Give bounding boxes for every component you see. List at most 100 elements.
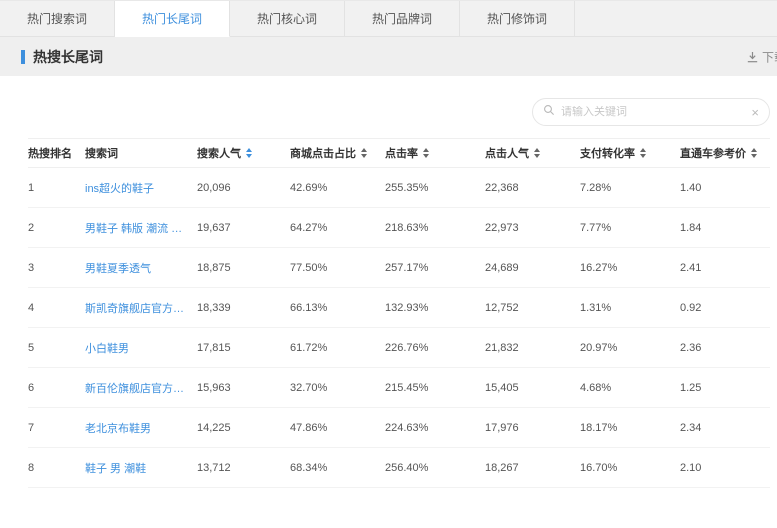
- cell-rank: 7: [28, 422, 85, 434]
- cell-pay_conversion: 1.31%: [580, 302, 680, 314]
- table-row: 4斯凯奇旗舰店官方旗舰18,33966.13%132.93%12,7521.31…: [28, 288, 770, 328]
- keyword-link[interactable]: ins超火的鞋子: [85, 180, 197, 196]
- cell-search_popularity: 20,096: [197, 182, 290, 194]
- tab-1[interactable]: 热门搜索词: [0, 1, 115, 37]
- cell-ppc: 1.40: [680, 182, 770, 194]
- column-header-rank: 热搜排名: [28, 145, 85, 161]
- table-row: 5小白鞋男17,81561.72%226.76%21,83220.97%2.36: [28, 328, 770, 368]
- sort-icon[interactable]: [246, 148, 252, 158]
- sort-icon[interactable]: [640, 148, 646, 158]
- tab-5[interactable]: 热门修饰词: [460, 1, 575, 37]
- section-header: 热搜长尾词 下载: [0, 37, 777, 76]
- tab-2[interactable]: 热门长尾词: [115, 1, 230, 37]
- column-label: 搜索人气: [197, 145, 241, 161]
- tab-4[interactable]: 热门品牌词: [345, 1, 460, 37]
- table-header-row: 热搜排名搜索词 搜索人气 商城点击占比点击率 点击人气 支付转化率 直通车参考价: [28, 138, 770, 168]
- cell-ppc: 1.25: [680, 382, 770, 394]
- keyword-link[interactable]: 老北京布鞋男: [85, 420, 197, 436]
- download-label: 下载: [762, 48, 777, 65]
- cell-mall_click_ratio: 61.72%: [290, 342, 385, 354]
- table-row: 3男鞋夏季透气18,87577.50%257.17%24,68916.27%2.…: [28, 248, 770, 288]
- cell-search_popularity: 15,963: [197, 382, 290, 394]
- keyword-link[interactable]: 斯凯奇旗舰店官方旗舰: [85, 300, 197, 316]
- cell-ctr: 218.63%: [385, 222, 485, 234]
- cell-rank: 1: [28, 182, 85, 194]
- cell-search_popularity: 17,815: [197, 342, 290, 354]
- column-header-pay_conversion[interactable]: 支付转化率: [580, 145, 680, 161]
- cell-mall_click_ratio: 42.69%: [290, 182, 385, 194]
- cell-ctr: 215.45%: [385, 382, 485, 394]
- column-label: 点击率: [385, 145, 418, 161]
- column-header-click_popularity[interactable]: 点击人气: [485, 145, 580, 161]
- clear-search-icon[interactable]: ×: [751, 106, 759, 119]
- table-row: 6新百伦旗舰店官方正品15,96332.70%215.45%15,4054.68…: [28, 368, 770, 408]
- column-header-search_popularity[interactable]: 搜索人气: [197, 145, 290, 161]
- search-input[interactable]: [561, 106, 751, 118]
- cell-mall_click_ratio: 32.70%: [290, 382, 385, 394]
- cell-ctr: 256.40%: [385, 462, 485, 474]
- column-label: 直通车参考价: [680, 145, 746, 161]
- cell-click_popularity: 22,368: [485, 182, 580, 194]
- column-header-keyword: 搜索词: [85, 145, 197, 161]
- cell-rank: 3: [28, 262, 85, 274]
- sort-icon[interactable]: [534, 148, 540, 158]
- cell-ppc: 2.36: [680, 342, 770, 354]
- column-header-ctr[interactable]: 点击率: [385, 145, 485, 161]
- cell-pay_conversion: 16.27%: [580, 262, 680, 274]
- cell-ppc: 2.41: [680, 262, 770, 274]
- table-row: 8鞋子 男 潮鞋13,71268.34%256.40%18,26716.70%2…: [28, 448, 770, 488]
- keyword-table: 热搜排名搜索词 搜索人气 商城点击占比点击率 点击人气 支付转化率 直通车参考价 1ins…: [28, 138, 770, 488]
- column-header-mall_click_ratio[interactable]: 商城点击占比: [290, 145, 385, 161]
- cell-click_popularity: 22,973: [485, 222, 580, 234]
- keyword-link[interactable]: 新百伦旗舰店官方正品: [85, 380, 197, 396]
- cell-pay_conversion: 7.77%: [580, 222, 680, 234]
- sort-icon[interactable]: [423, 148, 429, 158]
- cell-click_popularity: 12,752: [485, 302, 580, 314]
- cell-mall_click_ratio: 47.86%: [290, 422, 385, 434]
- search-box: ×: [532, 98, 770, 126]
- keyword-link[interactable]: 鞋子 男 潮鞋: [85, 460, 197, 476]
- cell-search_popularity: 18,339: [197, 302, 290, 314]
- keyword-link[interactable]: 小白鞋男: [85, 340, 197, 356]
- cell-ctr: 257.17%: [385, 262, 485, 274]
- tab-3[interactable]: 热门核心词: [230, 1, 345, 37]
- page-title: 热搜长尾词: [21, 47, 103, 67]
- cell-pay_conversion: 18.17%: [580, 422, 680, 434]
- cell-mall_click_ratio: 64.27%: [290, 222, 385, 234]
- table-body: 1ins超火的鞋子20,09642.69%255.35%22,3687.28%1…: [28, 168, 770, 488]
- cell-rank: 2: [28, 222, 85, 234]
- sort-icon[interactable]: [361, 148, 367, 158]
- cell-rank: 6: [28, 382, 85, 394]
- table-row: 1ins超火的鞋子20,09642.69%255.35%22,3687.28%1…: [28, 168, 770, 208]
- cell-pay_conversion: 7.28%: [580, 182, 680, 194]
- cell-search_popularity: 19,637: [197, 222, 290, 234]
- cell-ctr: 255.35%: [385, 182, 485, 194]
- table-row: 7老北京布鞋男14,22547.86%224.63%17,97618.17%2.…: [28, 408, 770, 448]
- download-icon: [746, 50, 759, 63]
- cell-rank: 8: [28, 462, 85, 474]
- cell-pay_conversion: 20.97%: [580, 342, 680, 354]
- page-title-text: 热搜长尾词: [33, 47, 103, 67]
- title-accent-bar: [21, 50, 25, 64]
- cell-ctr: 226.76%: [385, 342, 485, 354]
- keyword-link[interactable]: 男鞋子 韩版 潮流 英...: [85, 220, 197, 236]
- search-icon: [543, 103, 561, 121]
- cell-click_popularity: 18,267: [485, 462, 580, 474]
- cell-mall_click_ratio: 68.34%: [290, 462, 385, 474]
- cell-mall_click_ratio: 77.50%: [290, 262, 385, 274]
- column-header-ppc[interactable]: 直通车参考价: [680, 145, 770, 161]
- cell-search_popularity: 18,875: [197, 262, 290, 274]
- tab-bar: 热门搜索词热门长尾词热门核心词热门品牌词热门修饰词: [0, 0, 777, 37]
- tab-bar-filler: [575, 1, 777, 37]
- main-content: × 热搜排名搜索词 搜索人气 商城点击占比点击率 点击人气 支付转化率 直通车参考价 1i…: [0, 98, 777, 488]
- cell-click_popularity: 21,832: [485, 342, 580, 354]
- sort-icon[interactable]: [751, 148, 757, 158]
- cell-mall_click_ratio: 66.13%: [290, 302, 385, 314]
- column-label: 支付转化率: [580, 145, 635, 161]
- download-button[interactable]: 下载: [746, 48, 777, 65]
- keyword-link[interactable]: 男鞋夏季透气: [85, 260, 197, 276]
- cell-ppc: 0.92: [680, 302, 770, 314]
- column-label: 搜索词: [85, 145, 118, 161]
- column-label: 点击人气: [485, 145, 529, 161]
- cell-rank: 4: [28, 302, 85, 314]
